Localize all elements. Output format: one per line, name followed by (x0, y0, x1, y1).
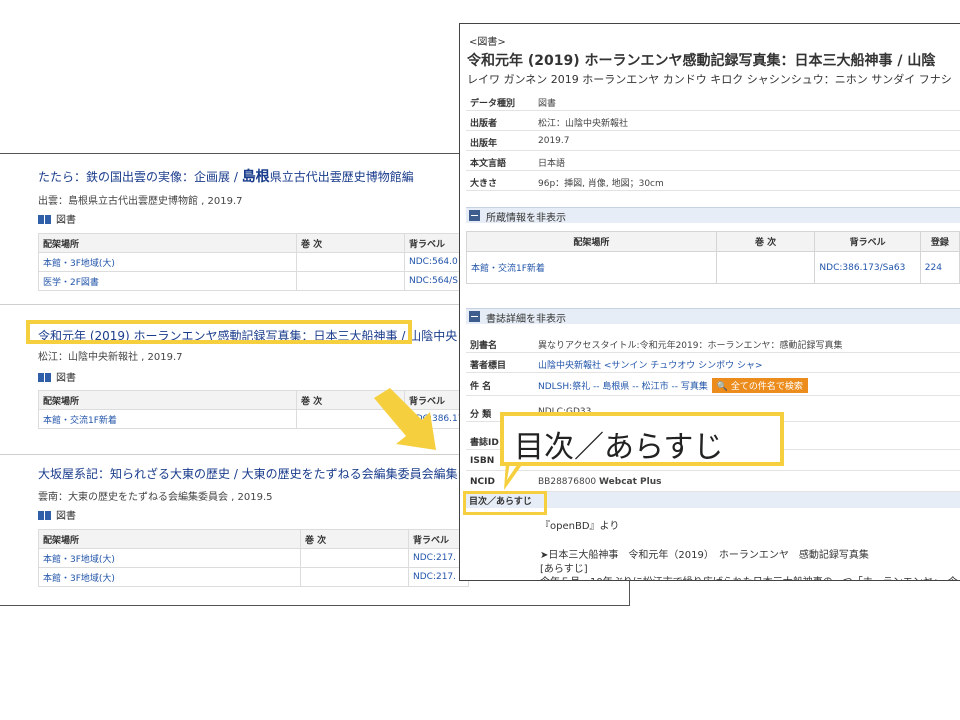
toc-source: 『openBD』より (540, 521, 620, 532)
table-row: 医学・2F図書 NDC:564/S (38, 271, 465, 291)
detail-holdings-table: 配架場所 巻 次 背ラベル 登録 本館・交流1F新着 NDC:386.173/S… (466, 231, 960, 284)
location-link[interactable]: 本館・交流1F新着 (466, 251, 717, 284)
holdings-table: 配架場所 巻 次 背ラベル 本館・3F地域(大) NDC:217. 本館・3F地… (38, 529, 469, 587)
meta-row: NCID BB28876800 Webcat Plus (466, 472, 960, 492)
book-icon (38, 373, 51, 382)
table-row: 本館・3F地域(大) NDC:217. (38, 567, 469, 587)
author-link[interactable]: 山陰中央新報社 <サンイン チュウオウ シンポウ シャ> (538, 358, 763, 371)
record-category: <図書> (469, 37, 506, 48)
record-title-reading: レイワ ガンネン 2019 ホーランエンヤ カンドウ キロク シャシンシュウ：ニ… (467, 73, 952, 86)
result-title-link[interactable]: たたら：鉄の国出雲の実像：企画展 / 島根県立古代出雲歴史博物館編 (38, 166, 414, 186)
table-row: 本館・3F地域(大) NDC:217. (38, 548, 469, 568)
subject-link[interactable]: NDLSH:祭礼 -- 島根県 -- 松江市 -- 写真集 (538, 382, 708, 392)
result-highlight-frame (26, 320, 412, 344)
biblio-toggle[interactable]: 書誌詳細を非表示 (466, 308, 960, 325)
holdings-table: 配架場所 巻 次 背ラベル 本館・3F地域(大) NDC:564.0 医学・2F… (38, 233, 465, 291)
record-title: 令和元年 (2019) ホーランエンヤ感動記録写真集：日本三大船神事 / 山陰 (467, 53, 936, 69)
meta-row: データ種別 図書 (466, 91, 960, 111)
call-number-link[interactable]: NDC:386.173/Sa63 (814, 251, 921, 284)
col-location: 配架場所 (38, 233, 297, 253)
result-title-link[interactable]: 大坂屋系記：知られざる大東の歴史 / 大東の歴史をたずねる会編集委員会編集 (38, 465, 458, 482)
meta-row: 出版者 松江：山陰中央新報社 (466, 111, 960, 131)
collapse-icon (469, 311, 480, 322)
result-type: 図書 (38, 507, 76, 522)
result-type: 図書 (38, 369, 76, 384)
result-publisher: 出雲：島根県立古代出雲歴史博物館 , 2019.7 (38, 196, 243, 207)
arrow-icon (374, 388, 436, 450)
callout-text: 目次／あらすじ (514, 430, 724, 465)
meta-row: 件 名 NDLSH:祭礼 -- 島根県 -- 松江市 -- 写真集 🔍 全ての件名… (466, 374, 960, 396)
table-row: 本館・交流1F新着 NDC:386.173/Sa63 224 (466, 251, 960, 284)
synopsis-text: 今年５月、10年ぶりに松江市で繰り広げられた日本三大船神事の一つ「ホーランエンヤ… (540, 573, 958, 580)
toc-highlight-frame (463, 491, 547, 515)
search-all-subjects-button[interactable]: 🔍 全ての件名で検索 (711, 378, 808, 393)
book-icon (38, 215, 51, 224)
book-icon (38, 511, 51, 520)
callout-box: 目次／あらすじ (500, 412, 784, 466)
meta-row: 大きさ 96p：挿図, 肖像, 地図；30cm (466, 171, 960, 191)
location-link[interactable]: 本館・3F地域(大) (38, 252, 297, 272)
holdings-toggle[interactable]: 所蔵情報を非表示 (466, 207, 960, 224)
webcat-link[interactable]: Webcat Plus (599, 477, 661, 487)
meta-row: 出版年 2019.7 (466, 131, 960, 151)
location-link[interactable]: 本館・交流1F新着 (38, 409, 297, 429)
result-publisher: 松江：山陰中央新報社 , 2019.7 (38, 352, 183, 363)
table-row: 本館・3F地域(大) NDC:564.0 (38, 252, 465, 272)
location-link[interactable]: 医学・2F図書 (38, 271, 297, 291)
meta-row: 本文言語 日本語 (466, 151, 960, 171)
toc-item: ➤日本三大船神事 令和元年（2019） ホーランエンヤ 感動記録写真集 (540, 550, 869, 561)
result-publisher: 雲南：大東の歴史をたずねる会編集委員会 , 2019.5 (38, 492, 273, 503)
callout-pointer (504, 462, 524, 490)
collapse-icon (469, 210, 480, 221)
location-link[interactable]: 本館・3F地域(大) (38, 548, 301, 568)
col-volume: 巻 次 (296, 233, 405, 253)
record-detail-panel: <図書> 令和元年 (2019) ホーランエンヤ感動記録写真集：日本三大船神事 … (459, 23, 960, 581)
location-link[interactable]: 本館・3F地域(大) (38, 567, 301, 587)
meta-row: 著者標目 山陰中央新報社 <サンイン チュウオウ シンポウ シャ> (466, 353, 960, 373)
meta-row: 別書名 異なりアクセスタイトル:令和元年2019：ホーランエンヤ：感動記録写真集 (466, 333, 960, 353)
col-label: 背ラベル (404, 233, 465, 253)
result-type: 図書 (38, 211, 76, 226)
